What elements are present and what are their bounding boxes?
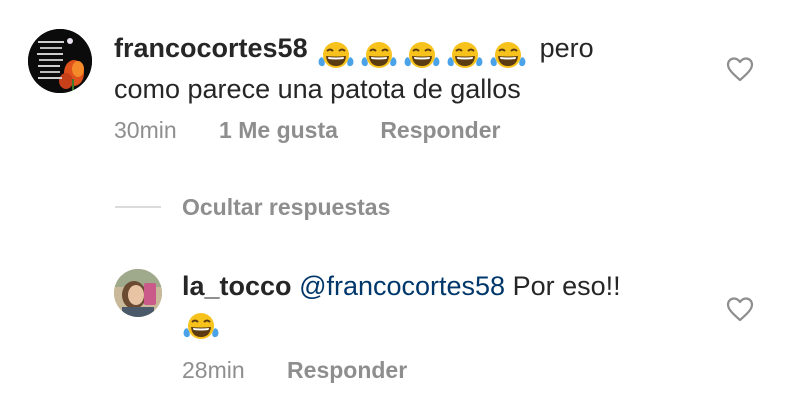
reply-username[interactable]: la_tocco [182,271,292,301]
hide-replies-button[interactable]: Ocultar respuestas [182,193,390,221]
comment-meta: 30min 1 Me gusta Responder [114,116,500,144]
face-with-tears-of-joy-icon [446,40,484,70]
comment-username[interactable]: francocortes58 [114,33,308,63]
comment-thread: francocortes58 pero como parece una pato… [0,0,800,400]
reply-avatar[interactable] [114,269,162,317]
comment-text-line2: como parece una patota de gallos [114,74,521,104]
face-with-tears-of-joy-icon [182,311,220,341]
like-heart-icon[interactable] [726,56,754,82]
face-with-tears-of-joy-icon [403,40,441,70]
avatar-image [28,29,92,93]
avatar[interactable] [28,29,92,93]
reply-reply-button[interactable]: Responder [287,356,407,384]
reply-text: la_tocco @francocortes58 Por eso!! [182,268,702,342]
comment-reply-button[interactable]: Responder [380,116,500,144]
comment-text: francocortes58 pero como parece una pato… [114,30,694,107]
divider [115,206,161,208]
reply-meta: 28min Responder [182,356,407,384]
reply-text-content: Por eso!! [512,271,621,301]
comment-likes-button[interactable]: 1 Me gusta [219,116,338,144]
reply-avatar-image [114,269,162,317]
reply-time: 28min [182,357,245,383]
face-with-tears-of-joy-icon [360,40,398,70]
comment-time: 30min [114,117,177,143]
reply-emoji-group [182,306,702,342]
comment-text-line1-suffix: pero [539,33,594,63]
face-with-tears-of-joy-icon [489,40,527,70]
face-with-tears-of-joy-icon [317,40,355,70]
reply-like-heart-icon[interactable] [726,296,754,322]
emoji-group [317,35,532,71]
reply-mention-link[interactable]: @francocortes58 [299,271,505,301]
